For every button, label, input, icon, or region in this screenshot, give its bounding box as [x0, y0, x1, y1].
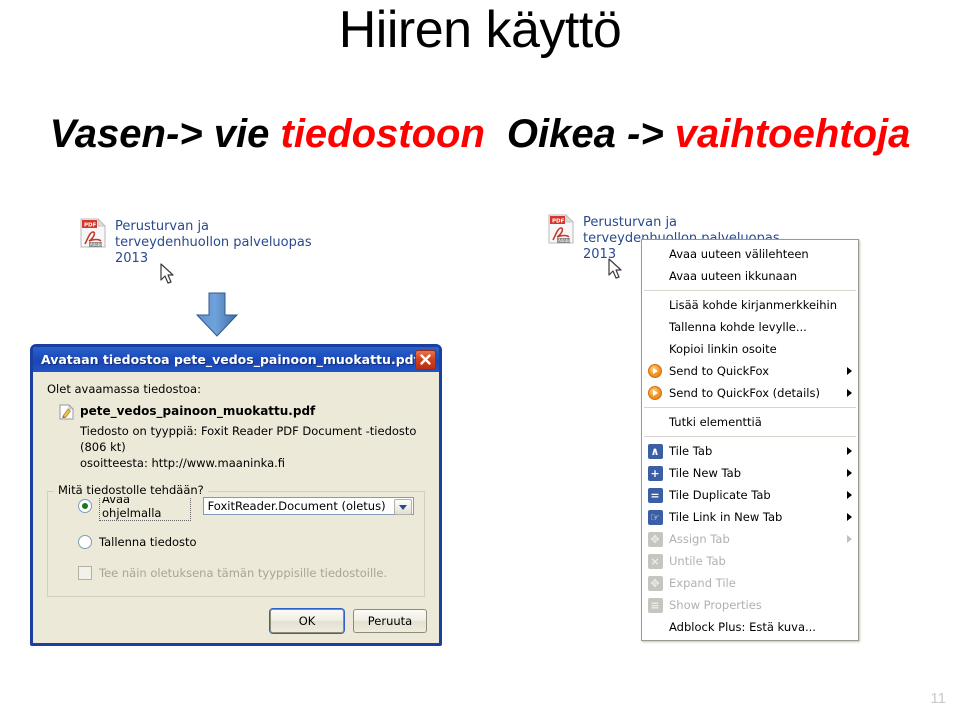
mouse-pointer-icon — [160, 263, 176, 290]
menu-item-inspect-element[interactable]: Tutki elementtiä — [642, 411, 858, 433]
menu-item-expand-tile: ✥ Expand Tile — [642, 572, 858, 594]
submenu-arrow-icon — [847, 367, 852, 375]
tile-link-new-tab-icon: ☞ — [647, 509, 663, 525]
tile-duplicate-tab-icon: = — [647, 487, 663, 503]
menu-item-label: Show Properties — [669, 598, 762, 612]
menu-item-label: Send to QuickFox (details) — [669, 386, 820, 400]
dialog-action-fieldset: Mitä tiedostolle tehdään? Avaa ohjelmall… — [47, 483, 425, 597]
dialog-file-name: pete_vedos_painoon_muokattu.pdf — [80, 404, 316, 418]
close-icon[interactable] — [415, 349, 436, 370]
submenu-arrow-icon — [847, 447, 852, 455]
menu-item-copy-link-location[interactable]: Kopioi linkin osoite — [642, 338, 858, 360]
tile-tab-icon: ∧ — [647, 443, 663, 459]
application-select[interactable]: FoxitReader.Document (oletus) — [202, 497, 414, 515]
context-menu: Avaa uuteen välilehteen Avaa uuteen ikku… — [641, 239, 859, 641]
dialog-body: Olet avaamassa tiedostoa: pete_vedos_pai… — [33, 372, 439, 597]
dialog-file-source: osoitteesta: http://www.maaninka.fi — [80, 456, 286, 470]
menu-item-open-new-tab[interactable]: Avaa uuteen välilehteen — [642, 243, 858, 265]
menu-item-label: Tile New Tab — [669, 466, 741, 480]
subtitle-part-right-black: Oikea -> — [506, 112, 675, 156]
menu-item-label: Lisää kohde kirjanmerkkeihin — [669, 298, 838, 312]
submenu-arrow-icon — [847, 469, 852, 477]
radio-row-save-file[interactable]: Tallenna tiedosto — [58, 535, 414, 549]
dialog-intro-text: Olet avaamassa tiedostoa: — [47, 382, 201, 396]
dialog-titlebar: Avataan tiedostoa pete_vedos_painoon_muo… — [33, 347, 439, 372]
quickfox-icon — [647, 363, 663, 379]
subtitle-part-left-red: tiedostoon — [280, 112, 485, 156]
menu-item-label: Tile Tab — [669, 444, 713, 458]
menu-item-send-to-quickfox[interactable]: Send to QuickFox — [642, 360, 858, 382]
slide-subtitle: Vasen-> vie tiedostoon Oikea -> vaihtoeht… — [0, 108, 960, 160]
menu-separator — [644, 407, 856, 408]
menu-item-open-new-window[interactable]: Avaa uuteen ikkunaan — [642, 265, 858, 287]
submenu-arrow-icon — [847, 535, 852, 543]
menu-item-untile-tab: × Untile Tab — [642, 550, 858, 572]
subtitle-part-left-black: Vasen-> vie — [49, 112, 281, 156]
untile-tab-icon: × — [647, 553, 663, 569]
menu-item-save-link-as[interactable]: Tallenna kohde levylle... — [642, 316, 858, 338]
checkbox-remember-label: Tee näin oletuksena tämän tyyppisille ti… — [99, 566, 388, 580]
cancel-button[interactable]: Peruuta — [353, 609, 427, 633]
menu-item-label: Tile Link in New Tab — [669, 510, 783, 524]
menu-item-tile-new-tab[interactable]: + Tile New Tab — [642, 462, 858, 484]
submenu-arrow-icon — [847, 513, 852, 521]
svg-text:PDF: PDF — [84, 223, 97, 229]
dialog-file-type: Tiedosto on tyyppiä: Foxit Reader PDF Do… — [80, 424, 417, 454]
document-edit-icon — [59, 404, 74, 420]
menu-item-label: Adblock Plus: Estä kuva... — [669, 620, 816, 634]
menu-separator — [644, 290, 856, 291]
menu-item-tile-link-in-new-tab[interactable]: ☞ Tile Link in New Tab — [642, 506, 858, 528]
subtitle-part-right-red: vaihtoehtoja — [674, 112, 911, 156]
open-file-dialog: Avataan tiedostoa pete_vedos_painoon_muo… — [30, 344, 442, 646]
menu-item-label: Tile Duplicate Tab — [669, 488, 771, 502]
svg-text:PDF: PDF — [552, 219, 565, 225]
radio-open-with[interactable] — [78, 499, 92, 513]
menu-item-label: Expand Tile — [669, 576, 736, 590]
menu-item-label: Assign Tab — [669, 532, 730, 546]
download-arrow-icon — [193, 291, 241, 344]
menu-item-show-properties: ≡ Show Properties — [642, 594, 858, 616]
checkbox-remember-choice — [78, 566, 92, 580]
submenu-arrow-icon — [847, 491, 852, 499]
application-select-value: FoxitReader.Document (oletus) — [207, 499, 386, 513]
dialog-button-row: OK Peruuta — [270, 609, 427, 633]
menu-item-tile-duplicate-tab[interactable]: = Tile Duplicate Tab — [642, 484, 858, 506]
svg-text:Adobe: Adobe — [90, 242, 103, 247]
radio-save-file-label[interactable]: Tallenna tiedosto — [99, 535, 197, 549]
fieldset-legend: Mitä tiedostolle tehdään? — [54, 483, 208, 497]
menu-item-label: Avaa uuteen välilehteen — [669, 247, 809, 261]
menu-item-adblock-block-image[interactable]: Adblock Plus: Estä kuva... — [642, 616, 858, 638]
svg-text:Adobe: Adobe — [558, 238, 571, 243]
menu-separator — [644, 436, 856, 437]
assign-tab-icon: ✥ — [647, 531, 663, 547]
pdf-file-icon: PDF Adobe — [548, 214, 574, 244]
dialog-title: Avataan tiedostoa pete_vedos_painoon_muo… — [41, 352, 415, 367]
pdf-file-icon: PDF Adobe — [80, 218, 106, 248]
menu-item-label: Tutki elementtiä — [669, 415, 762, 429]
submenu-arrow-icon — [847, 389, 852, 397]
menu-item-label: Avaa uuteen ikkunaan — [669, 269, 798, 283]
chevron-down-icon[interactable] — [394, 499, 412, 515]
menu-item-label: Untile Tab — [669, 554, 726, 568]
ok-button[interactable]: OK — [270, 609, 344, 633]
menu-item-label: Kopioi linkin osoite — [669, 342, 777, 356]
menu-item-tile-tab[interactable]: ∧ Tile Tab — [642, 440, 858, 462]
menu-item-bookmark-link[interactable]: Lisää kohde kirjanmerkkeihin — [642, 294, 858, 316]
page-title: Hiiren käyttö — [338, 1, 622, 59]
radio-save-file[interactable] — [78, 535, 92, 549]
checkbox-row-remember: Tee näin oletuksena tämän tyyppisille ti… — [58, 566, 414, 580]
pdf-link-text[interactable]: Perusturvan ja terveydenhuollon palveluo… — [115, 219, 325, 267]
dialog-file-row: pete_vedos_painoon_muokattu.pdf — [59, 404, 427, 420]
show-properties-icon: ≡ — [647, 597, 663, 613]
menu-item-assign-tab: ✥ Assign Tab — [642, 528, 858, 550]
page-number: 11 — [930, 690, 946, 707]
menu-item-send-to-quickfox-details[interactable]: Send to QuickFox (details) — [642, 382, 858, 404]
menu-item-label: Tallenna kohde levylle... — [669, 320, 807, 334]
tile-new-tab-icon: + — [647, 465, 663, 481]
mouse-pointer-icon — [608, 258, 624, 285]
expand-tile-icon: ✥ — [647, 575, 663, 591]
menu-item-label: Send to QuickFox — [669, 364, 770, 378]
quickfox-icon — [647, 385, 663, 401]
